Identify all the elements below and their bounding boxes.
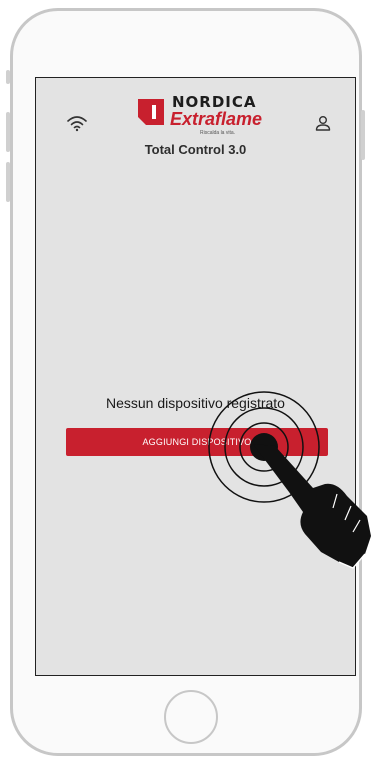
phone-power-button	[361, 110, 365, 160]
brand-logo: NORDICA Extraflame Riscalda la vita.	[134, 93, 264, 140]
phone-home-button	[164, 690, 218, 744]
wifi-icon[interactable]	[66, 114, 88, 132]
phone-mute-switch	[6, 70, 10, 84]
hand-tap-gesture-icon	[208, 391, 371, 569]
phone-volume-up	[6, 112, 10, 152]
brand-subname: Extraflame	[170, 109, 263, 129]
phone-volume-down	[6, 162, 10, 202]
user-profile-icon[interactable]	[313, 114, 333, 134]
app-title: Total Control 3.0	[144, 142, 247, 157]
brand-tagline: Riscalda la vita.	[200, 130, 236, 136]
brand-mark-icon	[138, 99, 164, 125]
app-screen: NORDICA Extraflame Riscalda la vita. Tot…	[35, 77, 356, 676]
